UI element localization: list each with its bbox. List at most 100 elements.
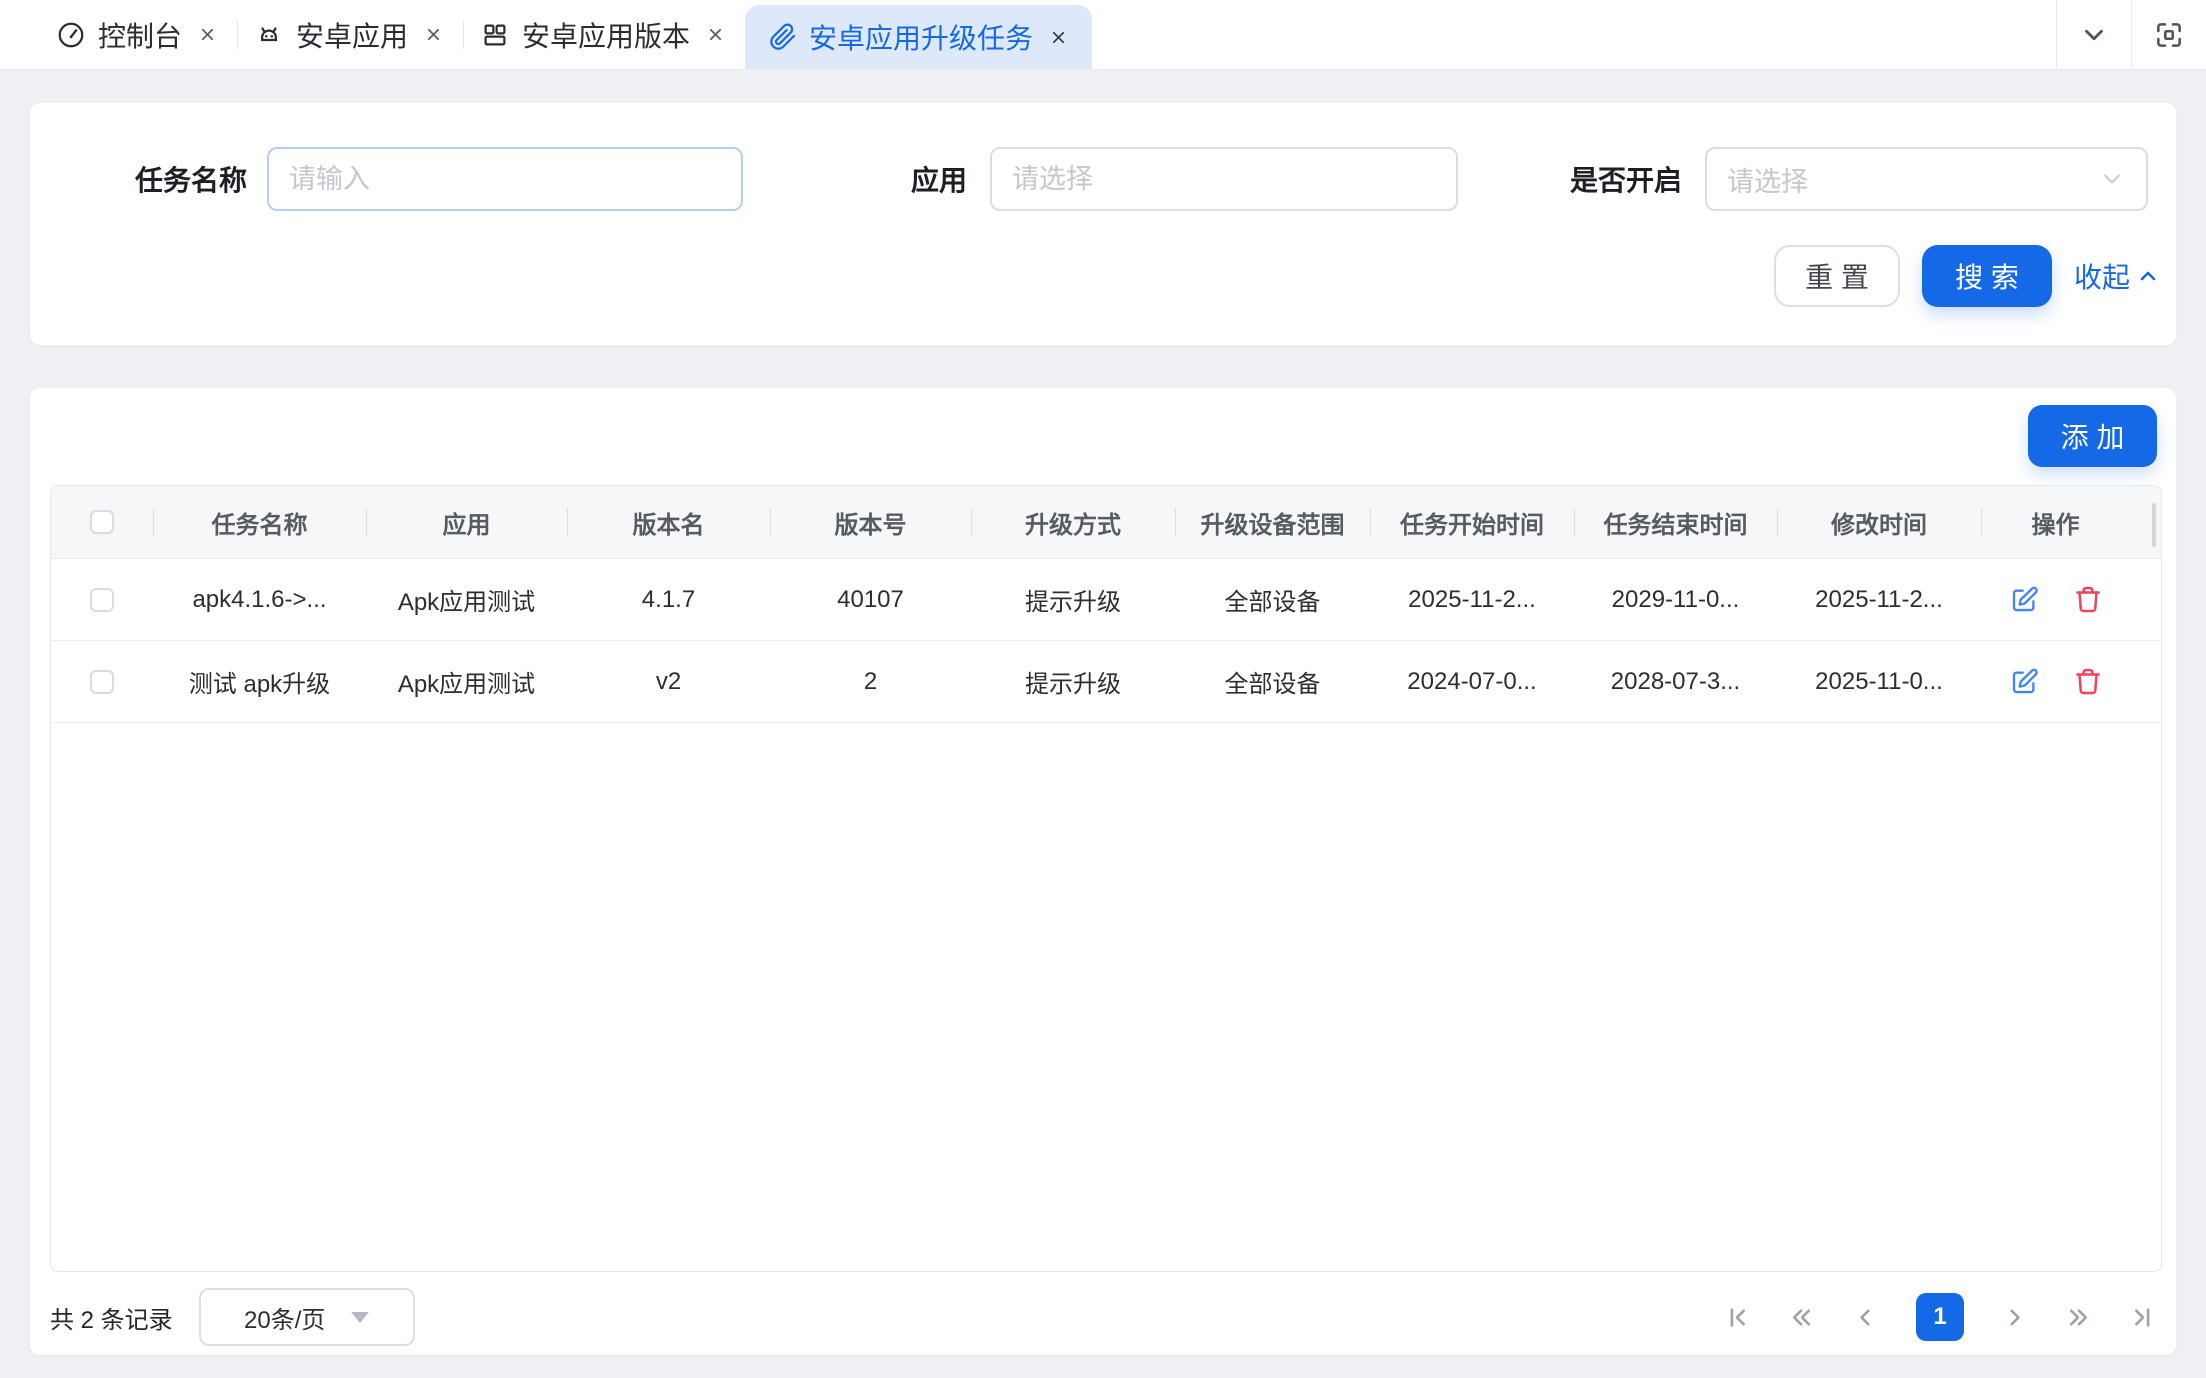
cell-version-code: 40107: [770, 586, 971, 614]
column-header-task-name: 任务名称: [153, 505, 366, 540]
tab-console[interactable]: 控制台: [40, 0, 237, 70]
tabs-dropdown-button[interactable]: [2057, 0, 2131, 70]
column-header-version-code: 版本号: [770, 505, 971, 540]
tab-label: 控制台: [98, 15, 182, 55]
table-footer: 共 2 条记录 20条/页 1: [50, 1286, 2156, 1348]
table-header-row: 任务名称 应用 版本名 版本号 升级方式 升级设备范围 任务开始时间 任务结束时…: [51, 486, 2161, 559]
paperclip-icon: [769, 23, 797, 51]
cell-upgrade-method: 提示升级: [971, 582, 1175, 617]
cell-end-time: 2029-11-0...: [1574, 586, 1777, 614]
app-label: 应用: [905, 159, 967, 199]
select-all-checkbox[interactable]: [90, 510, 114, 534]
collapse-toggle[interactable]: 收起: [2074, 256, 2160, 296]
next-group-button[interactable]: [2065, 1304, 2092, 1331]
cell-actions: [1981, 585, 2130, 615]
table-row: 测试 apk升级 Apk应用测试 v2 2 提示升级 全部设备 2024-07-…: [51, 641, 2161, 723]
cell-app: Apk应用测试: [366, 582, 567, 617]
page-size-value: 20条/页: [244, 1300, 325, 1335]
prev-group-button[interactable]: [1788, 1304, 1815, 1331]
table-panel: 添 加 任务名称 应用 版本名 版本号 升级方式 升级设备范围 任务开始时间 任…: [30, 388, 2176, 1355]
add-button[interactable]: 添 加: [2028, 405, 2157, 467]
search-button[interactable]: 搜 索: [1922, 245, 2052, 307]
screen: 控制台 安卓应用 安卓应用: [0, 0, 2206, 1378]
android-icon: [254, 20, 284, 50]
next-page-button[interactable]: [2001, 1304, 2028, 1331]
filter-enabled: 是否开启 请选择: [1565, 147, 2148, 211]
column-header-app: 应用: [366, 505, 567, 540]
cell-upgrade-method: 提示升级: [971, 664, 1175, 699]
column-header-device-scope: 升级设备范围: [1175, 505, 1370, 540]
pagination: 1: [1724, 1293, 2156, 1341]
cell-start-time: 2024-07-0...: [1370, 668, 1574, 696]
fullscreen-icon: [2153, 19, 2185, 51]
column-header-upgrade-method: 升级方式: [971, 505, 1175, 540]
cell-modified-time: 2025-11-2...: [1777, 586, 1981, 614]
edit-icon[interactable]: [2009, 667, 2039, 697]
chevron-down-icon: [2079, 20, 2109, 50]
select-all-cell: [51, 510, 153, 534]
caret-down-icon: [351, 1312, 369, 1323]
column-header-version-name: 版本名: [567, 505, 770, 540]
edit-icon[interactable]: [2009, 585, 2039, 615]
chevron-down-icon: [2098, 165, 2126, 193]
cell-device-scope: 全部设备: [1175, 582, 1370, 617]
last-page-button[interactable]: [2129, 1304, 2156, 1331]
filter-app: 应用: [905, 147, 1458, 211]
cell-task-name: 测试 apk升级: [153, 664, 366, 699]
tabbar-actions: [2056, 0, 2206, 69]
collapse-label: 收起: [2074, 256, 2130, 296]
table-toolbar: 添 加: [30, 388, 2176, 467]
enabled-label: 是否开启: [1565, 159, 1682, 199]
close-icon[interactable]: [424, 25, 443, 44]
column-header-modified-time: 修改时间: [1777, 505, 1981, 540]
table-row: apk4.1.6->... Apk应用测试 4.1.7 40107 提示升级 全…: [51, 559, 2161, 641]
delete-icon[interactable]: [2073, 585, 2103, 615]
row-select-cell: [51, 670, 153, 694]
cell-app: Apk应用测试: [366, 664, 567, 699]
task-name-label: 任务名称: [60, 159, 247, 199]
column-header-actions: 操作: [1981, 505, 2130, 540]
cell-start-time: 2025-11-2...: [1370, 586, 1574, 614]
cell-task-name: apk4.1.6->...: [153, 586, 366, 614]
cell-actions: [1981, 667, 2130, 697]
footer-left: 共 2 条记录 20条/页: [50, 1288, 415, 1346]
tab-android-app-versions[interactable]: 安卓应用版本: [464, 0, 745, 70]
tab-bar: 控制台 安卓应用 安卓应用: [0, 0, 2206, 70]
chevron-up-icon: [2136, 264, 2160, 288]
enabled-select[interactable]: 请选择: [1705, 147, 2148, 211]
tab-label: 安卓应用: [296, 15, 408, 55]
cell-version-name: v2: [567, 668, 770, 696]
app-select-wrap: [990, 147, 1458, 211]
task-name-input-wrap: [267, 147, 743, 211]
page-size-select[interactable]: 20条/页: [199, 1288, 415, 1346]
row-checkbox[interactable]: [90, 588, 114, 612]
cell-device-scope: 全部设备: [1175, 664, 1370, 699]
column-header-start-time: 任务开始时间: [1370, 505, 1574, 540]
close-icon[interactable]: [706, 25, 725, 44]
first-page-button[interactable]: [1724, 1304, 1751, 1331]
total-records-text: 共 2 条记录: [50, 1300, 173, 1335]
enabled-select-placeholder: 请选择: [1727, 160, 2098, 199]
reset-button[interactable]: 重 置: [1774, 245, 1900, 307]
app-select-input[interactable]: [1012, 164, 1436, 195]
current-page[interactable]: 1: [1916, 1293, 1964, 1341]
task-name-input[interactable]: [289, 164, 721, 195]
dashboard-icon: [56, 20, 86, 50]
filter-fields-row: 任务名称 应用 是否开启 请选择: [30, 103, 2176, 211]
row-checkbox[interactable]: [90, 670, 114, 694]
prev-page-button[interactable]: [1852, 1304, 1879, 1331]
delete-icon[interactable]: [2073, 667, 2103, 697]
column-header-end-time: 任务结束时间: [1574, 505, 1777, 540]
tab-android-app-upgrade-tasks[interactable]: 安卓应用升级任务: [745, 5, 1092, 69]
close-icon[interactable]: [198, 25, 217, 44]
table-scrollbar[interactable]: [2152, 503, 2156, 547]
cell-version-name: 4.1.7: [567, 586, 770, 614]
row-select-cell: [51, 588, 153, 612]
cell-modified-time: 2025-11-0...: [1777, 668, 1981, 696]
tab-label: 安卓应用升级任务: [809, 17, 1033, 57]
cell-version-code: 2: [770, 668, 971, 696]
close-icon[interactable]: [1049, 28, 1068, 47]
data-table: 任务名称 应用 版本名 版本号 升级方式 升级设备范围 任务开始时间 任务结束时…: [50, 485, 2162, 1272]
fullscreen-button[interactable]: [2132, 0, 2206, 70]
tab-android-apps[interactable]: 安卓应用: [238, 0, 463, 70]
